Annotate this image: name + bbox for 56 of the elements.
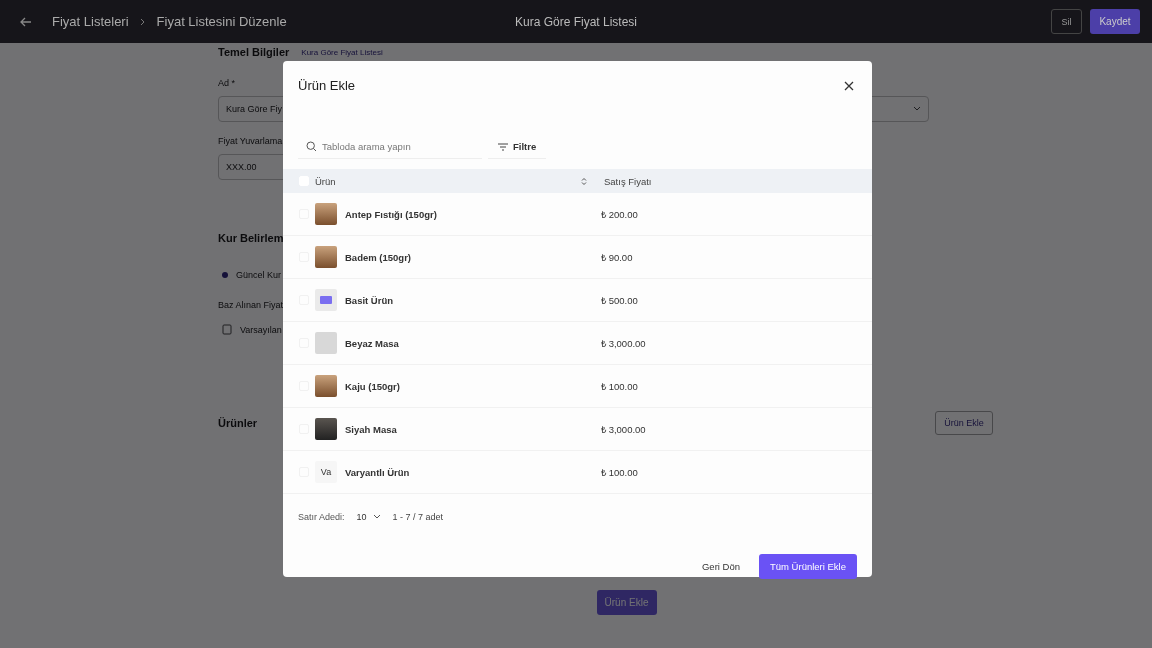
- product-name: Antep Fıstığı (150gr): [345, 208, 437, 220]
- column-header[interactable]: Ürün: [315, 175, 581, 187]
- section-title: Temel Bilgiler: [218, 46, 290, 58]
- field-label: Ad *: [218, 78, 235, 88]
- photo-placeholder: [315, 246, 337, 268]
- product-name: Kaju (150gr): [345, 380, 400, 392]
- breadcrumb-link[interactable]: Fiyat Listeleri: [52, 14, 129, 29]
- rows-per-page-label: Satır Adedi:: [298, 512, 345, 522]
- product-name: Badem (150gr): [345, 251, 411, 263]
- filter-icon: [498, 142, 508, 151]
- document-icon: [222, 324, 232, 335]
- photo-placeholder: [315, 332, 337, 354]
- page-title: Kura Göre Fiyat Listesi: [515, 14, 637, 29]
- product-price: ₺ 500.00: [601, 293, 639, 307]
- photo-placeholder: [315, 375, 337, 397]
- chevron-right-icon: [138, 17, 147, 26]
- product-name: Siyah Masa: [345, 423, 397, 435]
- product-price: ₺ 100.00: [601, 379, 639, 393]
- modal-title: Ürün Ekle: [298, 78, 356, 93]
- save-button[interactable]: Kaydet: [1090, 9, 1140, 34]
- photo-placeholder: [315, 418, 337, 440]
- search-field[interactable]: Tabloda arama yapın: [298, 135, 482, 159]
- product-name: Varyantlı Ürün: [345, 466, 410, 478]
- product-price: ₺ 90.00: [601, 250, 634, 264]
- search-icon: [306, 141, 317, 152]
- sort-icon[interactable]: [581, 176, 587, 186]
- product-name: Basit Ürün: [345, 294, 394, 306]
- back-arrow-icon[interactable]: [20, 15, 32, 28]
- breadcrumb-link[interactable]: Fiyat Listesini Düzenle: [156, 14, 287, 29]
- back-button[interactable]: Geri Dön: [690, 554, 751, 579]
- section-title: Ürünler: [218, 417, 258, 429]
- delete-button[interactable]: Sil: [1051, 9, 1082, 34]
- product-price: ₺ 3,000.00: [601, 336, 647, 350]
- radio-label: Güncel Kur: [236, 270, 282, 280]
- add-product-button[interactable]: Ürün Ekle: [935, 411, 993, 435]
- photo-placeholder: [315, 203, 337, 225]
- column-header: Satış Fiyatı: [604, 175, 653, 187]
- section-link[interactable]: Kura Göre Fiyat Listesi: [301, 47, 383, 57]
- rows-per-page-select[interactable]: 10: [352, 510, 385, 524]
- product-name: Beyaz Masa: [345, 337, 399, 349]
- product-price: ₺ 200.00: [601, 207, 639, 221]
- product-price: ₺ 3,000.00: [601, 422, 647, 436]
- product-thumbnail: [315, 289, 337, 311]
- product-initials: Va: [315, 461, 337, 483]
- add-all-button[interactable]: Tüm Ürünleri Ekle: [758, 554, 857, 579]
- chevron-down-icon: [913, 106, 921, 112]
- section-title: Kur Belirlem: [218, 232, 284, 244]
- product-price: ₺ 100.00: [601, 465, 639, 479]
- close-icon[interactable]: [844, 80, 854, 91]
- pagination-range: 1 - 7 / 7 adet: [392, 512, 444, 522]
- base-price-value: Varsayılan: [240, 324, 282, 335]
- filter-button[interactable]: Filtre: [488, 135, 547, 159]
- radio-button[interactable]: [222, 272, 228, 278]
- field-label: Fiyat Yuvarlama: [218, 136, 283, 146]
- field-label: Baz Alınan Fiyat: [218, 300, 284, 310]
- chevron-down-icon: [372, 514, 381, 520]
